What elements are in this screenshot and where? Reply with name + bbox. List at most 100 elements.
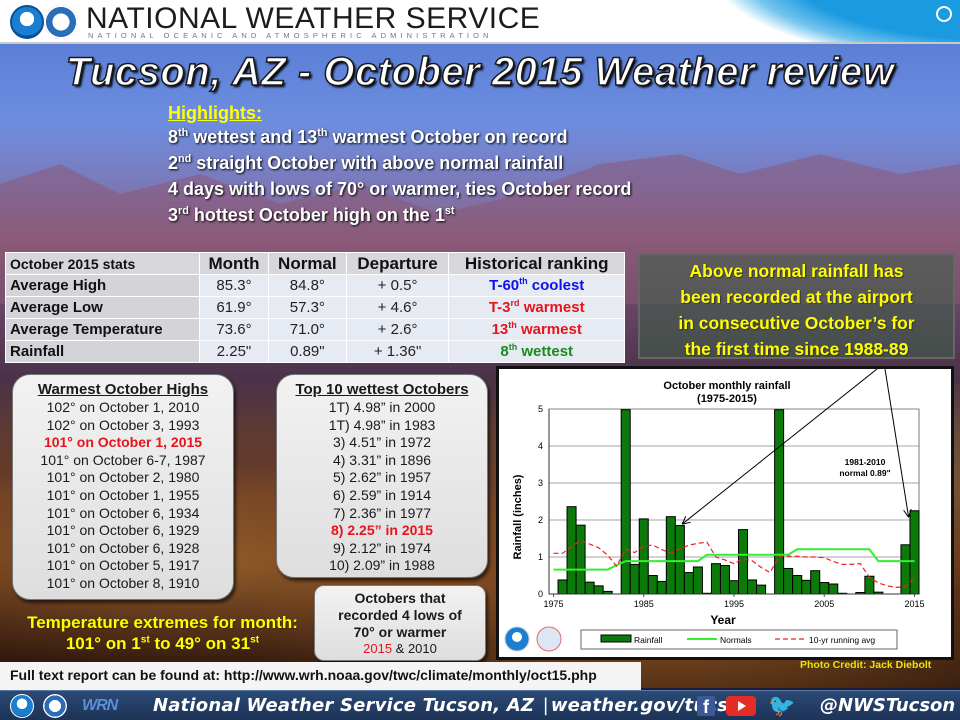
wettest-title: Top 10 wettest Octobers — [295, 381, 469, 398]
chart-xlabel: Year — [710, 613, 736, 627]
rainfall-bar — [719, 565, 730, 595]
rainfall-bar — [774, 409, 785, 595]
legend-normals-label: Normals — [720, 635, 752, 645]
rainfall-bar — [647, 575, 658, 595]
page-title: Tucson, AZ - October 2015 Weather review — [65, 49, 895, 95]
wettest-item: 1T) 4.98” in 1983 — [328, 416, 436, 433]
note-line: Above normal rainfall has — [689, 261, 904, 281]
warmest-high-item: 102° on October 1, 2010 — [46, 399, 200, 415]
temperature-extremes: Temperature extremes for month: 101° on … — [10, 612, 315, 654]
x-tick-label: 1995 — [724, 599, 744, 609]
legend-rainfall-swatch — [600, 634, 632, 643]
rainfall-bar — [819, 582, 830, 595]
stats-row: Rainfall 2.25" 0.89" + 1.36" 8th wettest — [5, 340, 625, 363]
stats-cell-departure: + 2.6° — [345, 318, 450, 341]
warmest-highs-title: Warmest October Highs — [37, 381, 209, 398]
footer-site-link[interactable]: weather.gov/tucson — [551, 695, 754, 716]
twitter-icon[interactable]: 🐦 — [768, 695, 798, 717]
warm-lows-line: recorded 4 lows of — [338, 607, 462, 623]
x-tick-label: 2015 — [904, 599, 924, 609]
rainfall-bar — [810, 570, 821, 595]
stats-cell-normal: 71.0° — [267, 318, 347, 341]
note-line: the first time since 1988-89 — [684, 339, 909, 359]
chart-subtitle: (1975-2015) — [697, 393, 757, 405]
rainfall-bar — [692, 566, 703, 595]
y-tick-label: 4 — [538, 441, 543, 451]
facebook-icon[interactable]: f — [697, 696, 715, 717]
chart-ylabel: Rainfall (inches) — [512, 474, 524, 559]
warmest-high-item: 101° on October 6, 1929 — [46, 522, 200, 539]
footer-noaa-logo-icon — [10, 694, 34, 718]
wettest-item: 5) 2.62” in 1957 — [332, 469, 432, 486]
warmest-high-item: 101° on October 1, 1955 — [46, 486, 200, 503]
stats-col-header: Departure — [345, 252, 450, 275]
report-link[interactable]: Full text report can be found at: http:/… — [0, 662, 641, 690]
rainfall-bar — [801, 579, 812, 595]
stats-cell-ranking: 8th wettest — [448, 340, 625, 363]
rainfall-bar — [683, 572, 694, 595]
rainfall-bar — [575, 524, 586, 595]
highlight-item: 8th wettest and 13th warmest October on … — [168, 127, 568, 147]
footer-separator: | — [542, 695, 549, 716]
stats-cell-label: Rainfall — [5, 340, 200, 363]
rainfall-bar — [593, 585, 604, 595]
footer-bar: WRN National Weather Service Tucson, AZ … — [0, 690, 960, 720]
wettest-item: 8) 2.25” in 2015 — [331, 522, 433, 539]
rainfall-bar — [792, 575, 803, 595]
stats-cell-ranking: 13th warmest — [448, 318, 625, 341]
highlight-item: 2nd straight October with above normal r… — [168, 153, 564, 173]
rainfall-bar — [638, 518, 649, 595]
header-subtitle: NATIONAL OCEANIC AND ATMOSPHERIC ADMINIS… — [88, 31, 493, 40]
warmest-highs-box: Warmest October Highs 102° on October 1,… — [12, 374, 234, 600]
rainfall-bar — [557, 579, 568, 595]
x-tick-label: 2005 — [814, 599, 834, 609]
warmest-high-item: 101° on October 6-7, 1987 — [40, 451, 206, 468]
twitter-handle[interactable]: @NWSTucson — [820, 695, 955, 716]
chart-annotation: 1981-2010 — [845, 457, 886, 467]
rainfall-bar — [909, 510, 920, 595]
note-line: in consecutive October’s for — [678, 313, 915, 333]
rainfall-chart: October monthly rainfall (1975-2015) 0 1 2… — [496, 366, 954, 660]
extremes-line1: Temperature extremes for month: — [27, 613, 298, 632]
warm-lows-box: Octobers that recorded 4 lows of 70° or … — [314, 585, 486, 661]
stats-cell-month: 61.9° — [199, 296, 269, 319]
wettest-item: 7) 2.36” in 1977 — [332, 504, 432, 521]
stats-row: Average Temperature 73.6° 71.0° + 2.6° 13th … — [5, 318, 625, 341]
warm-lows-line: 70° or warmer — [353, 624, 447, 640]
wettest-item: 1T) 4.98” in 2000 — [328, 399, 436, 415]
y-tick-label: 2 — [538, 515, 543, 525]
stats-col-header: Month — [199, 252, 269, 275]
footer-text: National Weather Service Tucson, AZ | wea… — [153, 695, 754, 716]
rainfall-bar — [756, 584, 767, 595]
stats-cell-month: 85.3° — [199, 274, 269, 297]
stats-col-header: Historical ranking — [448, 252, 625, 275]
highlight-item: 3rd hottest October high on the 1st — [168, 205, 455, 225]
stats-cell-departure: + 0.5° — [345, 274, 450, 297]
photo-credit: Photo Credit: Jack Diebolt — [800, 659, 932, 671]
warm-lows-years: 2015 & 2010 — [315, 641, 485, 657]
legend-avg-label: 10-yr running avg — [809, 635, 875, 645]
wettest-octobers-box: Top 10 wettest Octobers 1T) 4.98” in 200… — [276, 374, 488, 578]
warm-lows-line: Octobers that — [354, 590, 446, 606]
warmest-high-item: 101° on October 8, 1910 — [46, 574, 200, 591]
warmest-high-item: 101° on October 1, 2015 — [43, 434, 203, 451]
rainfall-bar — [584, 581, 595, 595]
wettest-item: 6) 2.59” in 1914 — [332, 486, 432, 503]
wettest-item: 9) 2.12” in 1974 — [332, 539, 432, 556]
youtube-icon[interactable] — [726, 696, 756, 716]
rainfall-bar — [728, 580, 740, 595]
rainfall-bar — [629, 563, 640, 595]
stats-row: Average Low 61.9° 57.3° + 4.6° T-3rd warmest — [5, 296, 625, 319]
stats-table: October 2015 stats Month Normal Departur… — [5, 252, 625, 363]
stats-cell-ranking: T-3rd warmest — [448, 296, 625, 319]
wettest-item: 10) 2.09” in 1988 — [329, 557, 435, 574]
stats-cell-normal: 84.8° — [267, 274, 347, 297]
stats-row: Average High 85.3° 84.8° + 0.5° T-60th coole… — [5, 274, 625, 297]
wettest-item: 4) 3.31” in 1896 — [332, 451, 432, 468]
chart-noaa-logo-center — [512, 632, 522, 642]
rainfall-bar — [864, 575, 875, 595]
warmest-high-item: 101° on October 2, 1980 — [46, 469, 200, 486]
noaa-logo-icon — [10, 5, 44, 39]
stats-cell-normal: 0.89" — [267, 340, 347, 363]
y-tick-label: 5 — [538, 404, 543, 414]
